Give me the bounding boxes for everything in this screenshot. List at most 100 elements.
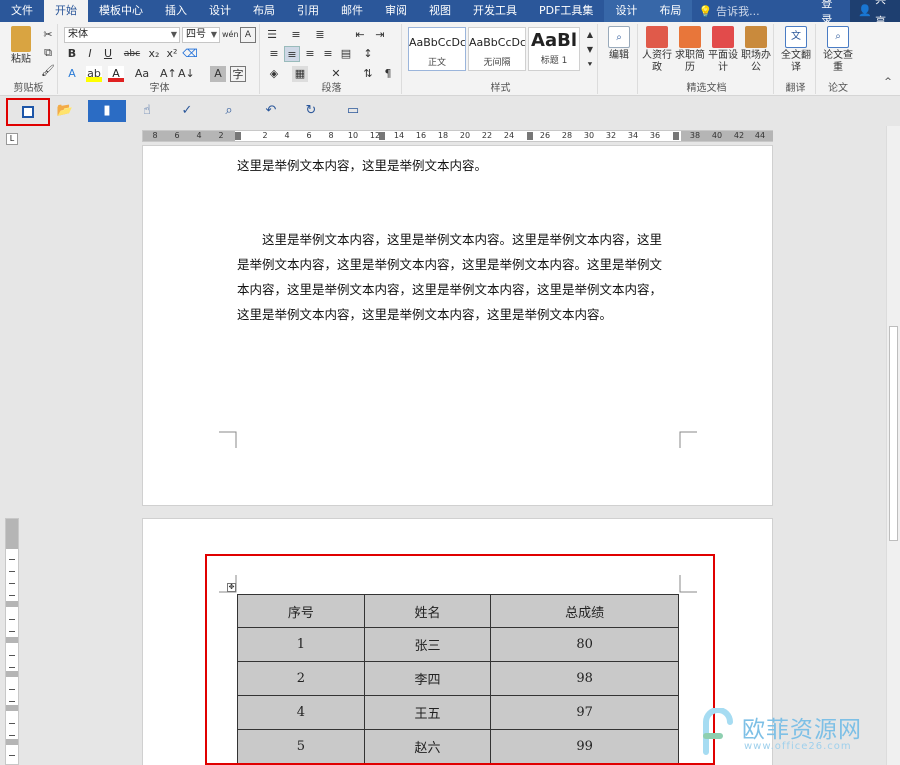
- hr-admin-button[interactable]: 人资行政: [640, 26, 674, 74]
- column-marker[interactable]: [527, 132, 533, 140]
- row-marker[interactable]: [6, 671, 18, 677]
- translate-group: 文 全文翻译 翻译: [776, 24, 816, 94]
- vertical-ruler[interactable]: [5, 518, 19, 765]
- styles-more-icon[interactable]: ⯆: [582, 57, 598, 73]
- watermark-brand: 欧菲资源网: [742, 717, 862, 743]
- tab-developer[interactable]: 开发工具: [462, 0, 528, 22]
- row-marker[interactable]: [6, 601, 18, 607]
- tab-pdf-tools[interactable]: PDF工具集: [528, 0, 604, 22]
- tab-mailings[interactable]: 邮件: [330, 0, 374, 22]
- graphic-design-button[interactable]: 平面设计: [706, 26, 740, 74]
- align-right-icon[interactable]: ≡: [302, 46, 318, 62]
- tab-references[interactable]: 引用: [286, 0, 330, 22]
- translate-group-label: 翻译: [785, 83, 806, 94]
- open-folder-icon[interactable]: 📂: [54, 100, 76, 122]
- font-size-select[interactable]: 四号 ▼: [182, 27, 220, 43]
- tab-stop-selector[interactable]: L: [6, 133, 18, 145]
- tab-insert[interactable]: 插入: [154, 0, 198, 22]
- underline-button[interactable]: U: [100, 46, 116, 62]
- align-left-icon[interactable]: ≡: [266, 46, 282, 62]
- body-text-line[interactable]: 这里是举例文本内容，这里是举例文本内容。: [237, 153, 674, 178]
- full-translate-button[interactable]: 文 全文翻译: [779, 26, 813, 74]
- print-preview-icon[interactable]: ⌕: [218, 100, 240, 122]
- touch-mode-icon[interactable]: ☝: [136, 100, 158, 122]
- italic-button[interactable]: I: [82, 46, 98, 62]
- numbering-icon[interactable]: ≡: [288, 27, 304, 43]
- editing-label: 编辑: [609, 50, 629, 61]
- increase-indent-icon[interactable]: ⇥: [372, 27, 388, 43]
- ruler-number: 28: [561, 131, 573, 140]
- line-spacing-icon[interactable]: ↕: [360, 46, 376, 62]
- paper-check-button[interactable]: ⌕ 论文查重: [821, 26, 855, 74]
- format-painter-icon[interactable]: 🖌: [40, 63, 56, 79]
- save-button[interactable]: [6, 98, 50, 126]
- phonetic-guide-icon[interactable]: wén: [222, 27, 239, 43]
- style-normal[interactable]: AaBbCcDc 正文: [408, 27, 466, 71]
- tab-table-layout[interactable]: 布局: [648, 0, 693, 22]
- full-translate-label: 全文翻译: [781, 50, 811, 73]
- horizontal-ruler[interactable]: 8 6 4 2 2 4 6 8 10 12 14 16 18 20 22 24 …: [142, 130, 773, 142]
- collapse-ribbon-icon[interactable]: ^: [880, 74, 896, 90]
- font-size-value: 四号: [186, 29, 206, 40]
- office-work-button[interactable]: 职场办公: [739, 26, 773, 74]
- tab-review[interactable]: 审阅: [374, 0, 418, 22]
- vertical-scrollbar[interactable]: [886, 126, 900, 765]
- cut-icon[interactable]: ✂: [40, 27, 56, 43]
- tab-home[interactable]: 开始: [44, 0, 88, 22]
- tab-template-center[interactable]: 模板中心: [88, 0, 154, 22]
- tell-me-box[interactable]: 💡 告诉我...: [698, 3, 811, 19]
- paste-button[interactable]: 粘贴: [4, 26, 38, 66]
- scrollbar-thumb[interactable]: [889, 326, 898, 541]
- clear-format-icon[interactable]: ⌫: [182, 46, 198, 62]
- tab-view[interactable]: 视图: [418, 0, 462, 22]
- paste-label: 粘贴: [11, 54, 31, 65]
- character-border-icon[interactable]: A: [240, 27, 256, 43]
- resume-button[interactable]: 求职简历: [673, 26, 707, 74]
- justify-icon[interactable]: ≡: [320, 46, 336, 62]
- ruler-tick: [9, 619, 15, 620]
- styles-scroll-up-icon[interactable]: ▲: [582, 27, 598, 43]
- chevron-down-icon: ▼: [170, 30, 177, 39]
- ruler-tick: [9, 583, 15, 584]
- document-page-1[interactable]: 这里是举例文本内容，这里是举例文本内容。 这里是举例文本内容，这里是举例文本内容…: [142, 145, 773, 506]
- row-marker[interactable]: [6, 739, 18, 745]
- featured-docs-group: 人资行政 求职简历 平面设计 职场办公 精选文档: [640, 24, 774, 94]
- superscript-button[interactable]: x²: [164, 46, 180, 62]
- row-marker[interactable]: [6, 637, 18, 643]
- right-indent-marker[interactable]: [673, 132, 679, 140]
- ruler-number: 12: [369, 131, 381, 140]
- undo-icon[interactable]: ↶: [260, 100, 282, 122]
- editing-button[interactable]: ⌕ 编辑: [602, 26, 636, 62]
- bold-button[interactable]: B: [64, 46, 80, 62]
- new-document-button[interactable]: ▮: [88, 100, 126, 122]
- styles-scroll-down-icon[interactable]: ▼: [582, 42, 598, 58]
- body-paragraph[interactable]: 这里是举例文本内容，这里是举例文本内容。这里是举例文本内容，这里是举例文本内容，…: [237, 227, 674, 327]
- spelling-check-icon[interactable]: ✓: [176, 100, 198, 122]
- screen-icon[interactable]: ▭: [342, 100, 364, 122]
- tab-layout[interactable]: 布局: [242, 0, 286, 22]
- ruler-number: 18: [437, 131, 449, 140]
- distributed-icon[interactable]: ▤: [338, 46, 354, 62]
- ruler-number: 32: [605, 131, 617, 140]
- style-heading-1[interactable]: AaBl 标题 1: [528, 27, 580, 71]
- strikethrough-button[interactable]: abc: [122, 46, 142, 62]
- decrease-indent-icon[interactable]: ⇤: [352, 27, 368, 43]
- share-button[interactable]: 👤 共享: [850, 0, 900, 28]
- subscript-button[interactable]: x₂: [146, 46, 162, 62]
- multilevel-list-icon[interactable]: ≣: [312, 27, 328, 43]
- tab-design[interactable]: 设计: [198, 0, 242, 22]
- ruler-tick: [9, 559, 15, 560]
- redo-icon[interactable]: ↻: [300, 100, 322, 122]
- style-no-spacing[interactable]: AaBbCcDc 无间隔: [468, 27, 526, 71]
- hr-admin-label: 人资行政: [642, 50, 672, 73]
- tab-table-design[interactable]: 设计: [604, 0, 649, 22]
- bullets-icon[interactable]: ☰: [264, 27, 280, 43]
- align-center-icon[interactable]: ≡: [284, 46, 300, 62]
- indent-marker[interactable]: [235, 132, 241, 140]
- paper-group-label: 论文: [828, 83, 848, 94]
- row-marker[interactable]: [6, 705, 18, 711]
- style-sample: AaBbCcDc: [469, 36, 525, 49]
- font-name-select[interactable]: 宋体 ▼: [64, 27, 180, 43]
- copy-icon[interactable]: ⧉: [40, 45, 56, 61]
- tab-file[interactable]: 文件: [0, 0, 44, 22]
